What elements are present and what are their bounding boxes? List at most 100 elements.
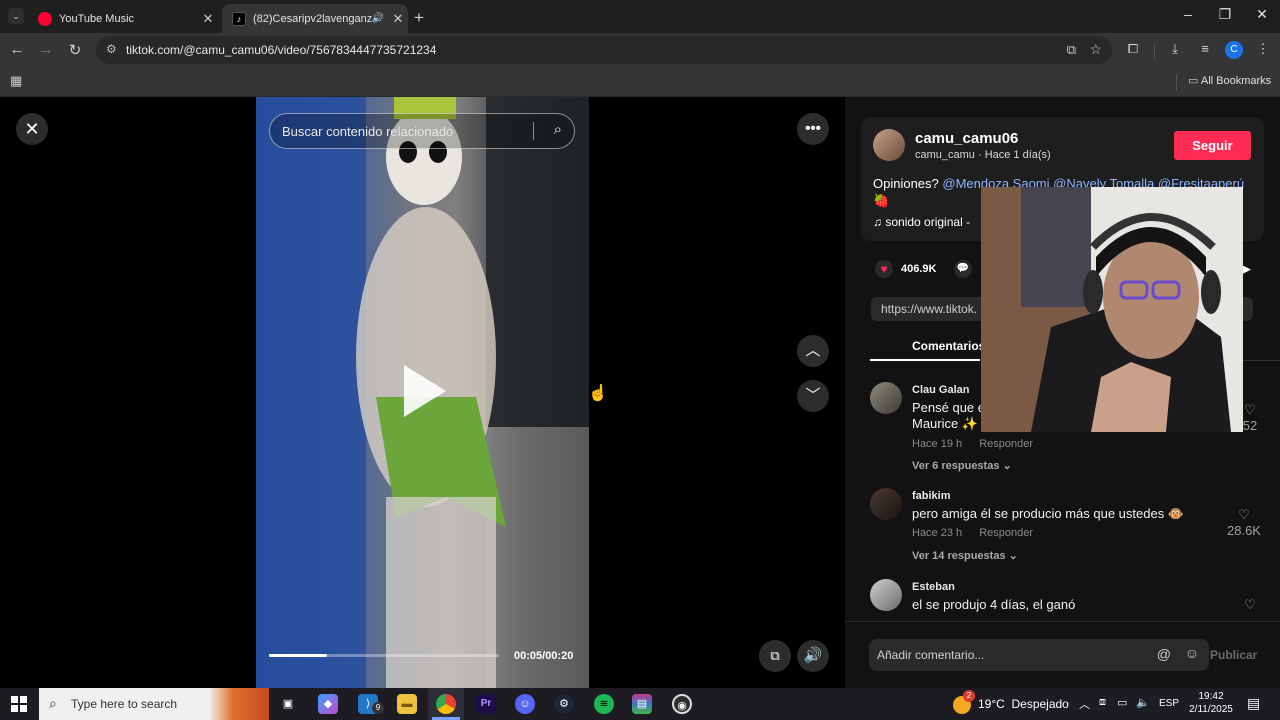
publish-button[interactable]: Publicar bbox=[1210, 648, 1257, 662]
video-time: 00:05/00:20 bbox=[514, 650, 574, 662]
restore-icon[interactable]: ❐ bbox=[1215, 6, 1235, 23]
back-icon[interactable]: ← bbox=[8, 41, 26, 58]
view-replies-link[interactable]: Ver 14 respuestas ⌄ bbox=[912, 549, 1018, 562]
media-control-icon[interactable]: ≡ bbox=[1196, 41, 1214, 56]
mention-at-icon[interactable]: @ bbox=[1157, 646, 1171, 662]
play-icon[interactable] bbox=[404, 365, 446, 417]
install-icon[interactable]: ⧉ bbox=[1067, 42, 1076, 58]
comment-like[interactable]: ♡ bbox=[1235, 597, 1265, 613]
bookmarks-divider bbox=[1176, 74, 1177, 90]
add-comment-input[interactable]: Añadir comentario... @ ☺ bbox=[869, 639, 1209, 671]
youtube-music-icon bbox=[38, 11, 52, 26]
close-tab-icon[interactable]: ✕ bbox=[198, 11, 218, 27]
task-view-icon[interactable]: ▣ bbox=[278, 694, 298, 714]
author-username[interactable]: camu_camu06 bbox=[915, 130, 1018, 147]
obs-icon[interactable]: ◉ bbox=[672, 694, 692, 714]
reload-icon[interactable]: ↻ bbox=[66, 41, 84, 59]
file-explorer-icon[interactable]: ▬ bbox=[397, 694, 417, 714]
profile-avatar[interactable]: C bbox=[1225, 41, 1243, 59]
extensions-icon[interactable]: ⧠ bbox=[1124, 41, 1142, 57]
commenter-avatar[interactable] bbox=[870, 488, 902, 520]
tab-strip: ⌄ YouTube Music ✕ ♪ (82)Cesaripv2lavenga… bbox=[0, 0, 1280, 33]
notifications-icon[interactable]: ▤ bbox=[1247, 695, 1260, 712]
weather-text[interactable]: 19°C Despejado bbox=[978, 697, 1069, 711]
steam-icon[interactable]: ⚙ bbox=[554, 694, 574, 714]
apps-icon[interactable]: ▦ bbox=[10, 73, 22, 89]
view-replies-link[interactable]: Ver 6 respuestas ⌄ bbox=[912, 459, 1012, 472]
author-avatar[interactable] bbox=[873, 129, 905, 161]
speaker-icon[interactable]: 🔈 bbox=[1136, 696, 1150, 709]
tray-chevron-icon[interactable]: ︿ bbox=[1079, 696, 1090, 712]
link-text: https://www.tiktok. bbox=[881, 302, 978, 316]
commenter-name[interactable]: Esteban bbox=[912, 581, 955, 593]
language-indicator[interactable]: ESP bbox=[1159, 698, 1179, 709]
forward-icon[interactable]: → bbox=[37, 41, 55, 58]
progress-track[interactable] bbox=[269, 654, 499, 657]
taskbar-search-box[interactable]: ⌕ Type here to search bbox=[39, 688, 269, 720]
address-bar[interactable]: ⚙ tiktok.com/@camu_camu06/video/75678344… bbox=[96, 36, 1112, 64]
more-options-button[interactable]: ••• bbox=[797, 113, 829, 145]
commenter-avatar[interactable] bbox=[870, 579, 902, 611]
music-note-icon: ♫ bbox=[873, 215, 882, 229]
search-placeholder: Buscar contenido relacionado bbox=[282, 124, 454, 139]
spotify-icon[interactable]: ≋ bbox=[594, 694, 614, 714]
chrome-icon[interactable] bbox=[436, 694, 456, 714]
floating-player-button[interactable]: ⧉ bbox=[759, 640, 791, 672]
commenter-name[interactable]: fabikim bbox=[912, 490, 951, 502]
tab-title: (82)Cesaripv2lavenganza (@ bbox=[253, 12, 372, 25]
replies-label: Ver 14 respuestas bbox=[912, 550, 1006, 562]
like-button[interactable]: ♥ bbox=[875, 260, 893, 278]
active-tab-indicator bbox=[870, 359, 980, 361]
volume-button[interactable]: 🔊 bbox=[797, 640, 829, 672]
tab-search-button[interactable]: ⌄ bbox=[8, 8, 24, 24]
related-search-input[interactable]: Buscar contenido relacionado ⌕ bbox=[269, 113, 575, 149]
windows-start-icon[interactable] bbox=[11, 696, 27, 712]
panel-divider bbox=[845, 621, 1280, 622]
video-player[interactable]: 00:05/00:20 bbox=[256, 97, 589, 688]
weather-icon[interactable]: 2 bbox=[953, 690, 975, 714]
clock[interactable]: 19:42 2/11/2025 bbox=[1186, 690, 1236, 716]
comment-count-icon[interactable]: 💬 bbox=[954, 260, 972, 278]
new-tab-button[interactable]: + bbox=[414, 8, 424, 28]
site-info-icon[interactable]: ⚙ bbox=[106, 42, 117, 56]
tab-title: YouTube Music bbox=[59, 12, 135, 25]
next-video-button[interactable]: ﹀ bbox=[797, 380, 829, 412]
reply-link[interactable]: Responder bbox=[979, 527, 1033, 539]
winrar-icon[interactable]: ▤ bbox=[632, 694, 652, 714]
network-icon[interactable]: ▭ bbox=[1117, 696, 1127, 709]
follow-button[interactable]: Seguir bbox=[1174, 131, 1251, 160]
bookmark-star-icon[interactable]: ☆ bbox=[1089, 41, 1102, 58]
windows-taskbar: ⌕ Type here to search ▣ ◆ ⟩ 9 ▬ Pr ☺ ⚙ ≋ … bbox=[0, 688, 1280, 720]
close-window-icon[interactable]: ✕ bbox=[1252, 6, 1272, 23]
emoji-icon[interactable]: ☺ bbox=[1185, 645, 1199, 661]
comment-like[interactable]: ♡ 28.6K bbox=[1223, 507, 1265, 538]
heart-outline-icon: ♡ bbox=[1244, 597, 1256, 612]
menu-icon[interactable]: ⋮ bbox=[1254, 41, 1272, 57]
tab-tiktok[interactable]: ♪ (82)Cesaripv2lavenganza (@ 🔊 ✕ bbox=[222, 4, 408, 33]
comment-text: Maurice ✨ bbox=[912, 416, 979, 431]
previous-video-button[interactable]: ︿ bbox=[797, 335, 829, 367]
copilot-icon[interactable]: ◆ bbox=[318, 694, 338, 714]
webcam-image bbox=[981, 187, 1243, 432]
premiere-icon[interactable]: Pr bbox=[476, 694, 496, 714]
commenter-name[interactable]: Clau Galan bbox=[912, 384, 969, 396]
bookmarks-bar: ▦ ▭ All Bookmarks bbox=[0, 67, 1280, 97]
comment-text: pero amiga él se producio más que ustede… bbox=[912, 506, 1185, 521]
tab-audio-icon[interactable]: 🔊 bbox=[372, 13, 384, 24]
minimize-icon[interactable]: – bbox=[1178, 6, 1198, 22]
tray-app-icon[interactable]: ⧈ bbox=[1099, 696, 1106, 709]
discord-icon[interactable]: ☺ bbox=[515, 694, 535, 714]
tab-youtube-music[interactable]: YouTube Music ✕ bbox=[28, 4, 218, 33]
tab-comments[interactable]: Comentarios bbox=[912, 339, 985, 353]
close-video-button[interactable]: ✕ bbox=[16, 113, 48, 145]
all-bookmarks[interactable]: ▭ All Bookmarks bbox=[1188, 74, 1271, 87]
sound-link[interactable]: ♫ sonido original - bbox=[873, 215, 970, 229]
commenter-avatar[interactable] bbox=[870, 382, 902, 414]
search-icon[interactable]: ⌕ bbox=[554, 121, 562, 138]
replies-label: Ver 6 respuestas bbox=[912, 460, 1000, 472]
reply-link[interactable]: Responder bbox=[979, 438, 1033, 450]
comment-time: Hace 19 h bbox=[912, 438, 963, 450]
close-tab-icon[interactable]: ✕ bbox=[388, 11, 408, 27]
vscode-icon[interactable]: ⟩ 9 bbox=[358, 694, 384, 714]
download-icon[interactable]: ⤓ bbox=[1166, 41, 1184, 57]
